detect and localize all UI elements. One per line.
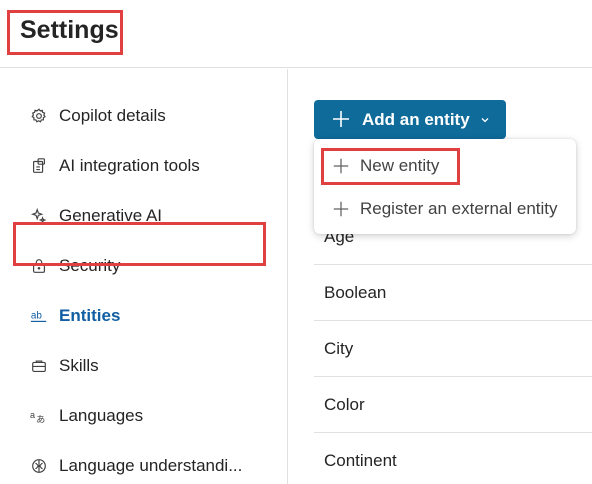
translate-icon: aあ xyxy=(30,407,48,425)
briefcase-icon xyxy=(30,357,48,375)
entity-name: Continent xyxy=(324,451,397,470)
chevron-down-icon xyxy=(481,118,489,123)
svg-text:ab: ab xyxy=(31,311,42,322)
sidebar-item-copilot-details[interactable]: Copilot details xyxy=(0,96,288,136)
table-row[interactable]: Continent xyxy=(314,433,592,484)
entity-ab-icon: ab xyxy=(30,307,48,325)
page-header: Settings xyxy=(0,0,592,68)
sidebar-item-entities[interactable]: ab Entities xyxy=(0,296,288,336)
sidebar-item-label: Entities xyxy=(59,306,121,325)
table-row[interactable]: Boolean xyxy=(314,265,592,321)
sidebar-item-ai-integration-tools[interactable]: AI integration tools xyxy=(0,146,288,186)
settings-sidebar: Copilot details AI integration tools Gen… xyxy=(0,69,288,484)
menu-item-register-external-entity[interactable]: Register an external entity xyxy=(314,189,576,229)
svg-text:a: a xyxy=(30,410,35,420)
menu-item-label: Register an external entity xyxy=(360,199,558,218)
highlight-box-title xyxy=(7,10,123,55)
add-entity-label: Add an entity xyxy=(362,109,470,129)
brain-icon xyxy=(30,457,48,475)
entity-name: City xyxy=(324,338,354,358)
table-row[interactable]: City xyxy=(314,321,592,377)
sidebar-item-label: Languages xyxy=(59,406,144,425)
highlight-box-new-entity xyxy=(321,148,460,185)
plus-icon xyxy=(333,201,349,217)
svg-text:あ: あ xyxy=(36,414,45,425)
sidebar-item-label: Skills xyxy=(59,356,99,375)
ai-tools-icon xyxy=(30,157,48,175)
add-entity-button[interactable]: Add an entity xyxy=(314,100,506,139)
entity-name: Boolean xyxy=(324,282,387,302)
highlight-box-entities xyxy=(13,222,266,266)
plus-icon xyxy=(333,111,349,127)
sidebar-item-language-understanding[interactable]: Language understandi... xyxy=(0,446,288,484)
table-row[interactable]: Color xyxy=(314,377,592,433)
sidebar-item-skills[interactable]: Skills xyxy=(0,346,288,386)
sidebar-item-languages[interactable]: aあ Languages xyxy=(0,396,288,436)
gear-icon xyxy=(30,107,48,125)
sidebar-item-label: AI integration tools xyxy=(59,156,200,175)
sidebar-item-label: Language understandi... xyxy=(59,456,243,475)
entities-panel: Add an entity Age Boolean City Color Con… xyxy=(289,69,592,484)
entity-name: Color xyxy=(324,394,365,414)
sidebar-item-label: Copilot details xyxy=(59,106,166,125)
